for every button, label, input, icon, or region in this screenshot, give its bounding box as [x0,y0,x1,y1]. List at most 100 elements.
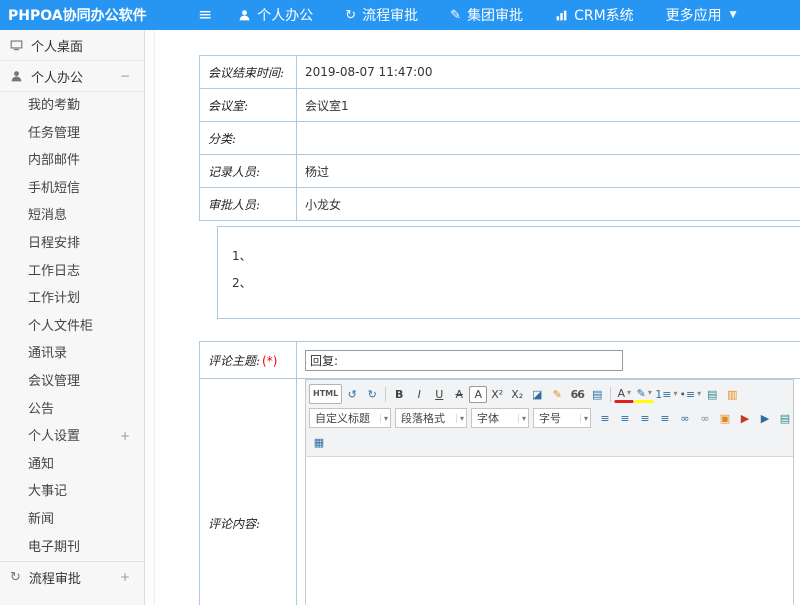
form-row: 会议室: 会议室1 [200,89,800,122]
strikethrough-icon[interactable]: A [449,384,469,404]
form-row: 审批人员: 小龙女 [200,188,800,221]
page-icon[interactable]: ▤ [702,384,722,404]
redo-icon[interactable]: ↻ [362,384,382,404]
heading-select[interactable]: 自定义标题 [309,408,391,428]
ordered-list-icon[interactable]: 1≡ [654,384,678,404]
italic-icon[interactable]: I [409,384,429,404]
media-icon[interactable]: ▶ [755,408,775,428]
font-style-icon[interactable]: A [469,386,487,403]
sidebar-item[interactable]: 电子期刊 [0,534,144,562]
separator[interactable] [610,387,611,402]
person-icon [238,9,251,22]
top-navbar: PHPOA协同办公软件 ≡ 个人办公 ↻ 流程审批 ✎ 集团审批 CRM系统 更… [0,0,800,30]
sidebar-item-workflow-approval[interactable]: ↻ 流程审批 + [0,561,144,592]
sidebar-item[interactable]: 通讯录 [0,340,144,368]
sidebar-item[interactable]: 任务管理 [0,120,144,148]
form-row-label: 分类: [200,122,297,155]
comment-content-label: 评论内容: [200,379,297,605]
editor-content-area[interactable] [306,457,793,605]
table-icon[interactable]: ▦ [309,432,329,452]
form-row-label: 记录人员: [200,155,297,188]
undo-icon[interactable]: ↺ [342,384,362,404]
bold-icon[interactable]: B [389,384,409,404]
sidebar-item[interactable]: 公告 [0,396,144,424]
comment-subject-input[interactable] [305,350,623,371]
sidebar-item[interactable]: 通知 [0,451,144,479]
format-brush-icon[interactable]: ✎ [547,384,567,404]
sidebar-item[interactable]: 日程安排 [0,230,144,258]
sidebar-section-label: 个人桌面 [31,36,83,55]
main-content: 会议结束时间: 2019-08-07 11:47:00 会议室: 会议室1 分类… [155,30,800,605]
collapse-toggle-icon[interactable]: − [120,69,130,83]
link-icon[interactable]: ∞ [675,408,695,428]
sidebar-item[interactable]: 手机短信 [0,175,144,203]
separator[interactable] [385,387,386,402]
flash-icon[interactable]: ▶ [735,408,755,428]
source-code-button[interactable]: HTML [309,384,342,404]
align-center-icon[interactable]: ≡ [615,408,635,428]
align-left-icon[interactable]: ≡ [595,408,615,428]
nav-personal-office[interactable]: 个人办公 [238,5,313,25]
sidebar-item-personal-office[interactable]: 个人办公 − [0,61,144,92]
menu-toggle-icon[interactable]: ≡ [198,7,212,24]
underline-icon[interactable]: U [429,384,449,404]
highlight-color-icon[interactable]: ✎ [634,386,654,403]
nav-crm-system[interactable]: CRM系统 [555,5,634,25]
nav-more-apps[interactable]: 更多应用 ▼ [666,5,737,25]
sidebar-item[interactable]: 会议管理 [0,368,144,396]
refresh-icon: ↻ [345,9,356,22]
form-row-value: 小龙女 [297,188,800,221]
sidebar-item[interactable]: 个人设置 + [0,423,144,451]
align-right-icon[interactable]: ≡ [635,408,655,428]
page-break-icon[interactable]: ▥ [722,384,742,404]
sidebar-item-label: 通讯录 [28,346,67,361]
rich-text-editor: HTML ↺ ↻ B [305,379,794,605]
editor-toolbar-row-1: HTML ↺ ↻ B [309,382,790,406]
sidebar-item[interactable]: 大事记 [0,478,144,506]
top-nav-menu: 个人办公 ↻ 流程审批 ✎ 集团审批 CRM系统 更多应用 ▼ [238,5,736,25]
sidebar-item[interactable]: 工作日志 [0,258,144,286]
justify-icon[interactable]: ≡ [655,408,675,428]
template-icon[interactable]: ▤ [587,384,607,404]
nav-workflow-approval[interactable]: ↻ 流程审批 [345,5,418,25]
sidebar-item-label: 公告 [28,402,54,417]
edit-icon: ✎ [450,9,461,22]
remove-format-icon[interactable]: ◪ [527,384,547,404]
comment-subject-row: 评论主题:(*) [200,342,800,379]
sidebar-personal-items: 我的考勤 任务管理 内部邮件 手机短信 [0,92,144,561]
font-size-select[interactable]: 字号 [533,408,591,428]
sidebar-item[interactable]: 内部邮件 [0,147,144,175]
sidebar-item-label: 手机短信 [28,181,80,196]
sidebar-scrollbar-gutter[interactable] [145,30,155,605]
main-layout: 个人桌面 个人办公 − 我的考勤 任务管理 内部邮件 [0,30,800,605]
editor-toolbar-row-2: 自定义标题 段落格式 字体 字号 [309,406,790,430]
sidebar-item[interactable]: 工作计划 [0,285,144,313]
font-family-select[interactable]: 字体 [471,408,529,428]
font-color-icon[interactable]: A [614,386,634,403]
unordered-list-icon[interactable]: •≡ [678,384,702,404]
sidebar-item[interactable]: 个人文件柜 [0,313,144,341]
paragraph-format-select[interactable]: 段落格式 [395,408,467,428]
superscript-icon[interactable]: X² [487,384,507,404]
expand-toggle-icon[interactable]: + [120,423,130,451]
sidebar-section-label: 个人办公 [31,67,83,86]
sidebar-item[interactable]: 我的考勤 [0,92,144,120]
sidebar-item[interactable]: 短消息 [0,202,144,230]
sidebar-item-label: 个人设置 [28,429,80,444]
nav-group-approval[interactable]: ✎ 集团审批 [450,5,523,25]
form-row-label: 会议结束时间: [200,56,297,89]
unlink-icon[interactable]: ∞ [695,408,715,428]
sidebar-item-desktop[interactable]: 个人桌面 [0,30,144,61]
blockquote-icon[interactable]: 66 [567,384,587,404]
sidebar-item-label: 工作日志 [28,264,80,279]
nav-label: 更多应用 [666,5,722,25]
comment-subject-cell [297,342,800,379]
form-row-label: 会议室: [200,89,297,122]
subscript-icon[interactable]: X₂ [507,384,527,404]
expand-toggle-icon[interactable]: + [120,570,130,584]
insert-file-icon[interactable]: ▤ [775,408,795,428]
sidebar-item[interactable]: 新闻 [0,506,144,534]
image-icon[interactable]: ▣ [715,408,735,428]
form-row-value: 2019-08-07 11:47:00 [297,56,800,89]
editor-toolbar: HTML ↺ ↻ B [306,380,793,457]
